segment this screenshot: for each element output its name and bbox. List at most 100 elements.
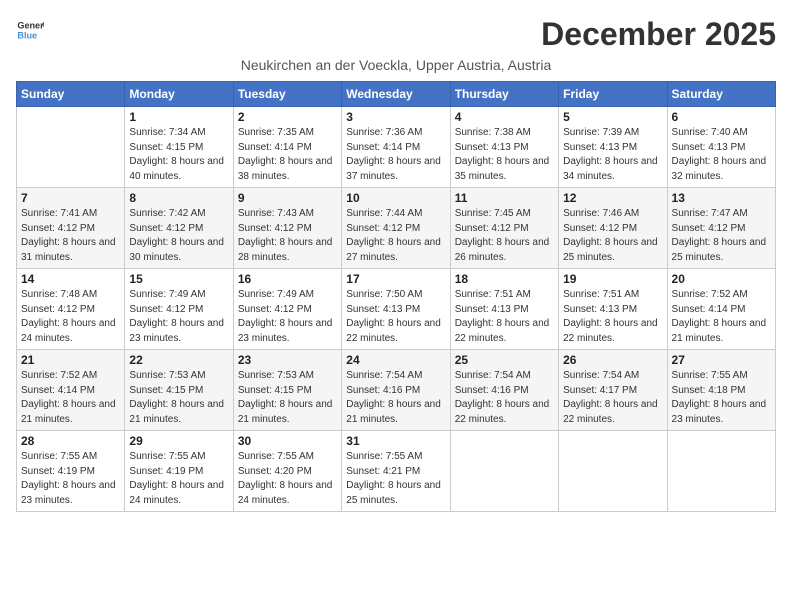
day-detail: Sunrise: 7:42 AMSunset: 4:12 PMDaylight:… bbox=[129, 207, 228, 265]
header-thursday: Thursday bbox=[450, 82, 558, 107]
day-detail: Sunrise: 7:51 AMSunset: 4:13 PMDaylight:… bbox=[563, 288, 662, 346]
day-detail: Sunrise: 7:54 AMSunset: 4:16 PMDaylight:… bbox=[346, 369, 445, 427]
day-number: 14 bbox=[21, 272, 120, 286]
logo: General Blue bbox=[16, 16, 44, 44]
day-detail: Sunrise: 7:43 AMSunset: 4:12 PMDaylight:… bbox=[238, 207, 337, 265]
day-detail: Sunrise: 7:49 AMSunset: 4:12 PMDaylight:… bbox=[238, 288, 337, 346]
calendar-cell: 17 Sunrise: 7:50 AMSunset: 4:13 PMDayligh… bbox=[342, 269, 450, 350]
day-number: 29 bbox=[129, 434, 228, 448]
calendar-cell bbox=[450, 431, 558, 512]
day-number: 22 bbox=[129, 353, 228, 367]
day-detail: Sunrise: 7:50 AMSunset: 4:13 PMDaylight:… bbox=[346, 288, 445, 346]
day-number: 3 bbox=[346, 110, 445, 124]
calendar-cell: 13Sunrise: 7:47 AMSunset: 4:12 PMDayligh… bbox=[667, 188, 775, 269]
calendar-cell: 29 Sunrise: 7:55 AMSunset: 4:19 PMDayligh… bbox=[125, 431, 233, 512]
day-detail: Sunrise: 7:39 AMSunset: 4:13 PMDaylight:… bbox=[563, 126, 662, 184]
day-number: 28 bbox=[21, 434, 120, 448]
calendar-cell: 18 Sunrise: 7:51 AMSunset: 4:13 PMDayligh… bbox=[450, 269, 558, 350]
day-number: 19 bbox=[563, 272, 662, 286]
day-number: 1 bbox=[129, 110, 228, 124]
day-detail: Sunrise: 7:55 AMSunset: 4:19 PMDaylight:… bbox=[129, 450, 228, 508]
day-number: 10 bbox=[346, 191, 445, 205]
day-detail: Sunrise: 7:47 AMSunset: 4:12 PMDaylight:… bbox=[672, 207, 771, 265]
calendar-cell: 28 Sunrise: 7:55 AMSunset: 4:19 PMDayligh… bbox=[17, 431, 125, 512]
header-friday: Friday bbox=[559, 82, 667, 107]
calendar-cell: 8 Sunrise: 7:42 AMSunset: 4:12 PMDaylight… bbox=[125, 188, 233, 269]
calendar-cell: 3 Sunrise: 7:36 AMSunset: 4:14 PMDaylight… bbox=[342, 107, 450, 188]
day-number: 30 bbox=[238, 434, 337, 448]
day-number: 4 bbox=[455, 110, 554, 124]
header-tuesday: Tuesday bbox=[233, 82, 341, 107]
day-number: 12 bbox=[563, 191, 662, 205]
calendar-header-row: SundayMondayTuesdayWednesdayThursdayFrid… bbox=[17, 82, 776, 107]
day-number: 2 bbox=[238, 110, 337, 124]
day-detail: Sunrise: 7:53 AMSunset: 4:15 PMDaylight:… bbox=[238, 369, 337, 427]
calendar-cell: 24 Sunrise: 7:54 AMSunset: 4:16 PMDayligh… bbox=[342, 350, 450, 431]
calendar-cell: 15 Sunrise: 7:49 AMSunset: 4:12 PMDayligh… bbox=[125, 269, 233, 350]
logo-icon: General Blue bbox=[16, 16, 44, 44]
day-number: 24 bbox=[346, 353, 445, 367]
calendar-cell: 21Sunrise: 7:52 AMSunset: 4:14 PMDayligh… bbox=[17, 350, 125, 431]
calendar-cell: 14 Sunrise: 7:48 AMSunset: 4:12 PMDayligh… bbox=[17, 269, 125, 350]
day-number: 16 bbox=[238, 272, 337, 286]
calendar-cell: 23 Sunrise: 7:53 AMSunset: 4:15 PMDayligh… bbox=[233, 350, 341, 431]
calendar-cell: 26 Sunrise: 7:54 AMSunset: 4:17 PMDayligh… bbox=[559, 350, 667, 431]
day-number: 7 bbox=[21, 191, 120, 205]
location-subtitle: Neukirchen an der Voeckla, Upper Austria… bbox=[16, 57, 776, 73]
calendar-week-row: 21Sunrise: 7:52 AMSunset: 4:14 PMDayligh… bbox=[17, 350, 776, 431]
calendar-cell bbox=[559, 431, 667, 512]
calendar-cell: 2 Sunrise: 7:35 AMSunset: 4:14 PMDaylight… bbox=[233, 107, 341, 188]
day-detail: Sunrise: 7:54 AMSunset: 4:17 PMDaylight:… bbox=[563, 369, 662, 427]
day-number: 27 bbox=[672, 353, 771, 367]
calendar-week-row: 1 Sunrise: 7:34 AMSunset: 4:15 PMDaylight… bbox=[17, 107, 776, 188]
calendar-cell: 30Sunrise: 7:55 AMSunset: 4:20 PMDayligh… bbox=[233, 431, 341, 512]
calendar-cell: 9 Sunrise: 7:43 AMSunset: 4:12 PMDaylight… bbox=[233, 188, 341, 269]
day-detail: Sunrise: 7:48 AMSunset: 4:12 PMDaylight:… bbox=[21, 288, 120, 346]
header-wednesday: Wednesday bbox=[342, 82, 450, 107]
day-detail: Sunrise: 7:46 AMSunset: 4:12 PMDaylight:… bbox=[563, 207, 662, 265]
day-detail: Sunrise: 7:44 AMSunset: 4:12 PMDaylight:… bbox=[346, 207, 445, 265]
day-number: 23 bbox=[238, 353, 337, 367]
day-detail: Sunrise: 7:35 AMSunset: 4:14 PMDaylight:… bbox=[238, 126, 337, 184]
page-header: General Blue December 2025 bbox=[16, 16, 776, 53]
calendar-cell: 31 Sunrise: 7:55 AMSunset: 4:21 PMDayligh… bbox=[342, 431, 450, 512]
day-detail: Sunrise: 7:53 AMSunset: 4:15 PMDaylight:… bbox=[129, 369, 228, 427]
day-number: 11 bbox=[455, 191, 554, 205]
day-detail: Sunrise: 7:55 AMSunset: 4:21 PMDaylight:… bbox=[346, 450, 445, 508]
day-detail: Sunrise: 7:36 AMSunset: 4:14 PMDaylight:… bbox=[346, 126, 445, 184]
calendar-cell bbox=[667, 431, 775, 512]
day-number: 17 bbox=[346, 272, 445, 286]
day-detail: Sunrise: 7:34 AMSunset: 4:15 PMDaylight:… bbox=[129, 126, 228, 184]
svg-text:Blue: Blue bbox=[17, 30, 37, 40]
day-detail: Sunrise: 7:40 AMSunset: 4:13 PMDaylight:… bbox=[672, 126, 771, 184]
calendar-cell: 12 Sunrise: 7:46 AMSunset: 4:12 PMDayligh… bbox=[559, 188, 667, 269]
day-detail: Sunrise: 7:55 AMSunset: 4:19 PMDaylight:… bbox=[21, 450, 120, 508]
svg-text:General: General bbox=[17, 21, 44, 31]
day-number: 31 bbox=[346, 434, 445, 448]
day-number: 8 bbox=[129, 191, 228, 205]
day-number: 15 bbox=[129, 272, 228, 286]
day-number: 26 bbox=[563, 353, 662, 367]
calendar-cell: 11 Sunrise: 7:45 AMSunset: 4:12 PMDayligh… bbox=[450, 188, 558, 269]
day-detail: Sunrise: 7:51 AMSunset: 4:13 PMDaylight:… bbox=[455, 288, 554, 346]
calendar-cell: 19 Sunrise: 7:51 AMSunset: 4:13 PMDayligh… bbox=[559, 269, 667, 350]
calendar-cell: 5Sunrise: 7:39 AMSunset: 4:13 PMDaylight… bbox=[559, 107, 667, 188]
calendar-cell: 16 Sunrise: 7:49 AMSunset: 4:12 PMDayligh… bbox=[233, 269, 341, 350]
calendar-cell bbox=[17, 107, 125, 188]
calendar-week-row: 14 Sunrise: 7:48 AMSunset: 4:12 PMDayligh… bbox=[17, 269, 776, 350]
day-detail: Sunrise: 7:45 AMSunset: 4:12 PMDaylight:… bbox=[455, 207, 554, 265]
calendar-cell: 10 Sunrise: 7:44 AMSunset: 4:12 PMDayligh… bbox=[342, 188, 450, 269]
calendar-cell: 20Sunrise: 7:52 AMSunset: 4:14 PMDayligh… bbox=[667, 269, 775, 350]
month-title: December 2025 bbox=[541, 16, 776, 53]
day-number: 6 bbox=[672, 110, 771, 124]
day-detail: Sunrise: 7:38 AMSunset: 4:13 PMDaylight:… bbox=[455, 126, 554, 184]
day-detail: Sunrise: 7:52 AMSunset: 4:14 PMDaylight:… bbox=[672, 288, 771, 346]
day-number: 18 bbox=[455, 272, 554, 286]
calendar-week-row: 28 Sunrise: 7:55 AMSunset: 4:19 PMDayligh… bbox=[17, 431, 776, 512]
calendar-cell: 22 Sunrise: 7:53 AMSunset: 4:15 PMDayligh… bbox=[125, 350, 233, 431]
day-number: 9 bbox=[238, 191, 337, 205]
day-number: 21 bbox=[21, 353, 120, 367]
header-sunday: Sunday bbox=[17, 82, 125, 107]
calendar-week-row: 7Sunrise: 7:41 AMSunset: 4:12 PMDaylight… bbox=[17, 188, 776, 269]
day-detail: Sunrise: 7:49 AMSunset: 4:12 PMDaylight:… bbox=[129, 288, 228, 346]
